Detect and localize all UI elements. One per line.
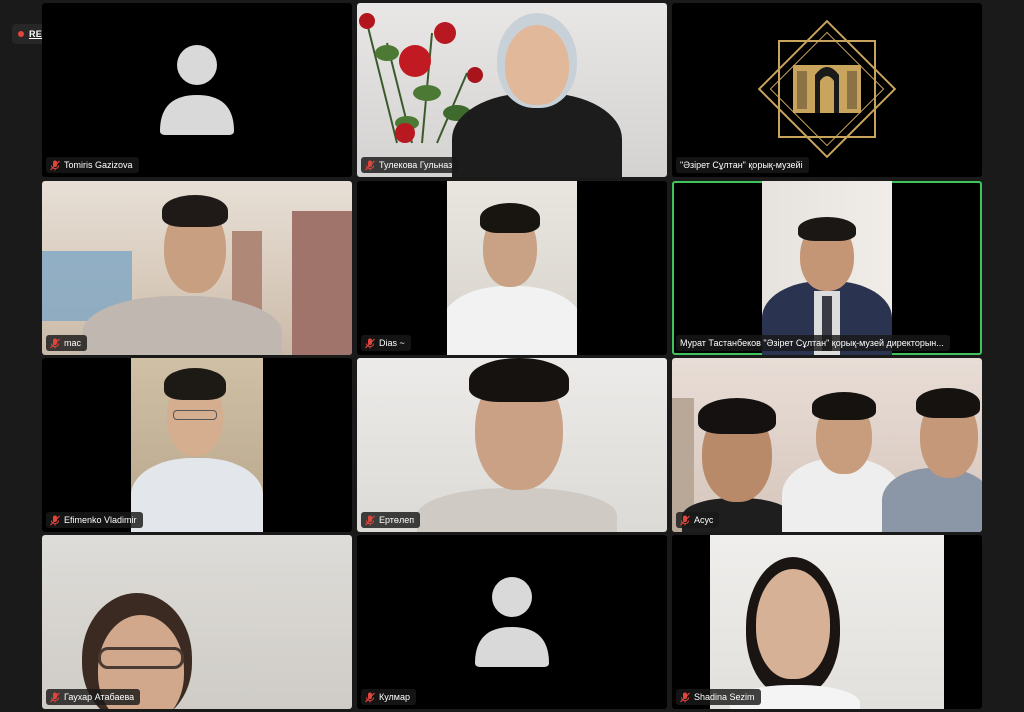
participant-name-tag: Efimenko Vladimir xyxy=(46,512,143,528)
participant-name-tag: Асус xyxy=(676,512,720,528)
participant-tile[interactable]: Shadina Sezim xyxy=(672,535,982,709)
mic-muted-icon xyxy=(680,692,690,702)
mic-muted-icon xyxy=(50,338,60,348)
participant-video xyxy=(762,181,892,355)
mic-muted-icon xyxy=(680,515,690,525)
mic-muted-icon xyxy=(365,160,375,170)
participant-name: Efimenko Vladimir xyxy=(64,515,137,525)
participant-name-tag: Гаухар Атабаева xyxy=(46,689,141,705)
participant-name: Ертөлеп xyxy=(379,515,415,525)
participant-name-tag: Тулекова Гульназ xyxy=(361,157,459,173)
participant-video xyxy=(447,181,577,355)
recording-dot-icon xyxy=(18,31,24,37)
person-avatar-icon xyxy=(160,45,234,135)
participant-name: Асус xyxy=(694,515,714,525)
participant-name-tag: Ертөлеп xyxy=(361,512,421,528)
participant-video xyxy=(357,358,667,532)
mic-muted-icon xyxy=(50,160,60,170)
mic-muted-icon xyxy=(50,515,60,525)
participant-name-tag: Dias ~ xyxy=(361,335,411,351)
participant-name: Кулмар xyxy=(379,692,410,702)
participant-name-tag: Tomiris Gazizova xyxy=(46,157,139,173)
participant-name-tag: Shadina Sezim xyxy=(676,689,761,705)
participant-tile-active-speaker[interactable]: Мурат Тастанбеков "Әзірет Сұлтан" қорық-… xyxy=(672,181,982,355)
participant-video xyxy=(42,535,352,709)
participant-tile[interactable]: Efimenko Vladimir xyxy=(42,358,352,532)
participant-tile[interactable]: Тулекова Гульназ xyxy=(357,3,667,177)
participant-video xyxy=(42,181,352,355)
mic-muted-icon xyxy=(365,515,375,525)
participant-tile[interactable]: mac xyxy=(42,181,352,355)
participant-name: Тулекова Гульназ xyxy=(379,160,453,170)
participant-name-tag: Кулмар xyxy=(361,689,416,705)
participant-name: Мурат Тастанбеков "Әзірет Сұлтан" қорық-… xyxy=(680,338,944,348)
participant-tile[interactable]: "Әзірет Сұлтан" қорық-музейі xyxy=(672,3,982,177)
mic-muted-icon xyxy=(365,338,375,348)
participant-tile[interactable]: Dias ~ xyxy=(357,181,667,355)
participant-tile[interactable]: Гаухар Атабаева xyxy=(42,535,352,709)
mic-muted-icon xyxy=(365,692,375,702)
museum-logo-icon xyxy=(757,19,897,159)
mic-muted-icon xyxy=(50,692,60,702)
participant-tile[interactable]: Ертөлеп xyxy=(357,358,667,532)
participant-name: mac xyxy=(64,338,82,348)
participant-video xyxy=(357,3,667,177)
participant-name-tag: Мурат Тастанбеков "Әзірет Сұлтан" қорық-… xyxy=(676,335,950,351)
participant-video xyxy=(672,358,982,532)
participant-video xyxy=(131,358,263,532)
person-avatar-icon xyxy=(475,577,549,667)
participant-tile[interactable]: Кулмар xyxy=(357,535,667,709)
participant-tile[interactable]: Tomiris Gazizova xyxy=(42,3,352,177)
participant-name: "Әзірет Сұлтан" қорық-музейі xyxy=(680,160,803,170)
participant-tile[interactable]: Асус xyxy=(672,358,982,532)
participant-name: Dias ~ xyxy=(379,338,405,348)
participant-name: Shadina Sezim xyxy=(694,692,755,702)
participant-name: Tomiris Gazizova xyxy=(64,160,133,170)
participant-video xyxy=(710,535,944,709)
participant-name-tag: mac xyxy=(46,335,88,351)
participant-name-tag: "Әзірет Сұлтан" қорық-музейі xyxy=(676,157,809,173)
participant-name: Гаухар Атабаева xyxy=(64,692,135,702)
